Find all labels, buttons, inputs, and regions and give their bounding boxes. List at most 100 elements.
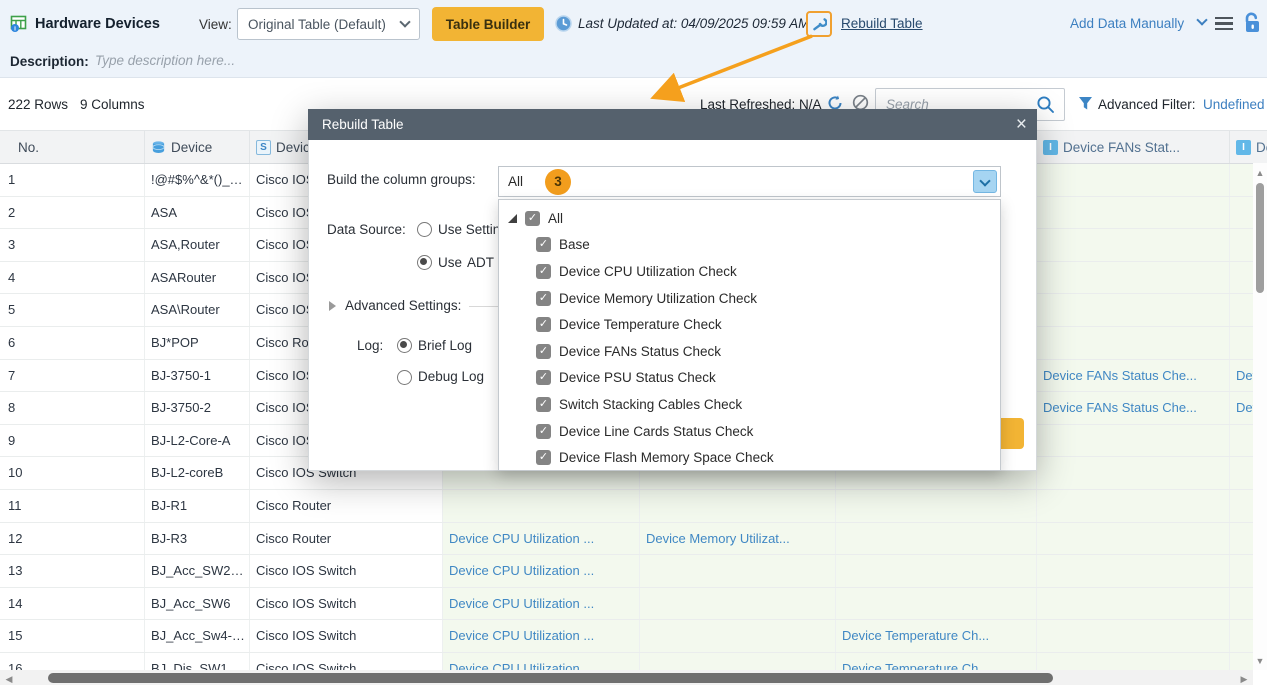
collapse-right-icon[interactable]: [329, 301, 336, 311]
chevron-down-icon: [399, 16, 410, 27]
vertical-scrollbar[interactable]: ▲ ▼: [1253, 163, 1267, 670]
advanced-settings-label: Advanced Settings:: [345, 298, 461, 313]
search-icon[interactable]: [1036, 95, 1055, 114]
view-select[interactable]: Original Table (Default): [237, 8, 420, 40]
menu-icon[interactable]: [1215, 17, 1233, 30]
tree-item-all[interactable]: All: [499, 205, 1000, 232]
tree-item-cpu[interactable]: Device CPU Utilization Check: [499, 258, 1000, 285]
debug-log-label: Debug Log: [418, 369, 498, 384]
cell-cpu-link[interactable]: Device CPU Utilization ...: [443, 588, 640, 620]
debug-log-radio[interactable]: [397, 370, 412, 385]
tree-item-label: Device CPU Utilization Check: [559, 264, 737, 279]
cell-type: Cisco IOS Switch: [250, 555, 443, 587]
checkbox-checked-icon[interactable]: [536, 344, 551, 359]
cell-fans-link[interactable]: Device FANs Status Che...: [1037, 392, 1230, 424]
unlock-icon[interactable]: [1242, 12, 1261, 34]
tree-item-base[interactable]: Base: [499, 232, 1000, 259]
horizontal-scrollbar[interactable]: ◀ ▶: [0, 670, 1253, 685]
adt-link[interactable]: ADT: [467, 255, 494, 270]
use-settings-radio[interactable]: [417, 222, 432, 237]
cell-device: BJ-R3: [145, 523, 250, 555]
cell-cpu-link[interactable]: Device CPU Utilization ...: [443, 620, 640, 652]
checkbox-checked-icon[interactable]: [536, 291, 551, 306]
tree-item-label: Device FANs Status Check: [559, 344, 721, 359]
filter-funnel-icon[interactable]: [1078, 96, 1093, 111]
vertical-scroll-thumb[interactable]: [1256, 183, 1264, 293]
scrollbar-corner: [1253, 670, 1267, 685]
rebuild-wrench-button[interactable]: [806, 11, 832, 37]
clock-icon: [555, 15, 572, 32]
col-header-no[interactable]: No.: [0, 131, 145, 163]
tree-item-psu[interactable]: Device PSU Status Check: [499, 365, 1000, 392]
checkbox-checked-icon[interactable]: [536, 317, 551, 332]
description-input[interactable]: [95, 53, 595, 68]
advanced-filter-value[interactable]: Undefined: [1203, 97, 1265, 112]
rebuild-table-dialog: Rebuild Table × Build the column groups:…: [308, 109, 1037, 471]
cell-fans-link[interactable]: Device FANs Status Che...: [1037, 360, 1230, 392]
chevron-down-icon: [1196, 14, 1207, 25]
cell-device: BJ-L2-Core-A: [145, 425, 250, 457]
checkbox-checked-icon[interactable]: [536, 264, 551, 279]
cell-cpu-link[interactable]: Device CPU Utilization ...: [443, 555, 640, 587]
cell-fans: [1037, 490, 1230, 522]
tree-expanded-icon[interactable]: [508, 214, 517, 223]
cell-cpu-link[interactable]: Device CPU Utilization ...: [443, 523, 640, 555]
use-adt-radio[interactable]: [417, 255, 432, 270]
col-header-dev[interactable]: I Dev: [1230, 131, 1267, 163]
cell-no: 5: [0, 294, 145, 326]
checkbox-checked-icon[interactable]: [536, 450, 551, 465]
table-row[interactable]: 14BJ_Acc_SW6Cisco IOS SwitchDevice CPU U…: [0, 588, 1267, 621]
dialog-header[interactable]: Rebuild Table ×: [308, 109, 1037, 140]
checkbox-checked-icon[interactable]: [536, 424, 551, 439]
table-row[interactable]: 13BJ_Acc_SW2-bbb-eee-ii-JJ...Cisco IOS S…: [0, 555, 1267, 588]
checkbox-checked-icon[interactable]: [536, 397, 551, 412]
cell-fans: [1037, 523, 1230, 555]
tree-item-fans[interactable]: Device FANs Status Check: [499, 338, 1000, 365]
table-row[interactable]: 11BJ-R1Cisco Router: [0, 490, 1267, 523]
col-header-device[interactable]: Device: [145, 131, 250, 163]
cell-type: Cisco Router: [250, 490, 443, 522]
cell-fans: [1037, 197, 1230, 229]
dropdown-toggle-button[interactable]: [973, 170, 997, 193]
col-header-fans[interactable]: I Device FANs Stat...: [1037, 131, 1230, 163]
view-label: View:: [199, 17, 232, 32]
scroll-left-icon[interactable]: ◀: [2, 673, 16, 685]
tree-item-temperature[interactable]: Device Temperature Check: [499, 311, 1000, 338]
tree-item-label: Switch Stacking Cables Check: [559, 397, 742, 412]
log-label: Log:: [357, 338, 383, 353]
close-icon[interactable]: ×: [1016, 109, 1027, 140]
wrench-icon: [811, 16, 827, 32]
dialog-title: Rebuild Table: [322, 117, 404, 132]
rebuild-table-link[interactable]: Rebuild Table: [841, 16, 923, 31]
tree-item-stacking[interactable]: Switch Stacking Cables Check: [499, 391, 1000, 418]
cell-device: ASA: [145, 197, 250, 229]
scroll-up-icon[interactable]: ▲: [1253, 167, 1267, 179]
checkbox-checked-icon[interactable]: [525, 211, 540, 226]
cell-device: ASA\Router: [145, 294, 250, 326]
tree-item-flash[interactable]: Device Flash Memory Space Check: [499, 444, 1000, 471]
add-data-manually-menu[interactable]: Add Data Manually: [1070, 16, 1184, 31]
tree-item-memory[interactable]: Device Memory Utilization Check: [499, 285, 1000, 312]
intf-type-icon: I: [1236, 140, 1251, 155]
cell-temp-link[interactable]: Device Temperature Ch...: [836, 620, 1037, 652]
table-row[interactable]: 12BJ-R3Cisco RouterDevice CPU Utilizatio…: [0, 523, 1267, 556]
brief-log-radio[interactable]: [397, 338, 412, 353]
checkbox-checked-icon[interactable]: [536, 237, 551, 252]
cell-device: BJ_Acc_Sw4-bbb-eee-ii-JJ...: [145, 620, 250, 652]
cell-no: 15: [0, 620, 145, 652]
table-row[interactable]: 15BJ_Acc_Sw4-bbb-eee-ii-JJ...Cisco IOS S…: [0, 620, 1267, 653]
cell-fans: [1037, 425, 1230, 457]
column-groups-field[interactable]: All 3: [498, 166, 1001, 197]
data-source-label: Data Source:: [327, 222, 406, 237]
cell-device: BJ*POP: [145, 327, 250, 359]
horizontal-scroll-thumb[interactable]: [48, 673, 1053, 683]
cell-mem-link[interactable]: Device Memory Utilizat...: [640, 523, 836, 555]
tree-item-linecards[interactable]: Device Line Cards Status Check: [499, 418, 1000, 445]
checkbox-checked-icon[interactable]: [536, 370, 551, 385]
table-builder-button[interactable]: Table Builder: [432, 7, 544, 41]
scroll-right-icon[interactable]: ▶: [1237, 673, 1251, 685]
col-header-fans-label: Device FANs Stat...: [1063, 140, 1180, 155]
column-groups-dropdown: All Base Device CPU Utilization Check De…: [498, 199, 1001, 471]
add-data-label: Add Data Manually: [1070, 16, 1184, 31]
scroll-down-icon[interactable]: ▼: [1253, 655, 1267, 667]
